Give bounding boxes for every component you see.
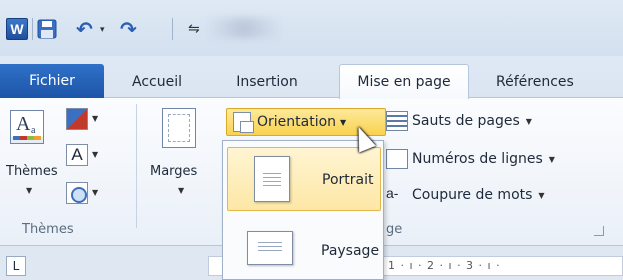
- qat-separator: [32, 18, 33, 40]
- theme-effects-icon[interactable]: [66, 182, 88, 204]
- hyphenation-label: Coupure de mots: [412, 187, 533, 203]
- tab-references[interactable]: Références: [496, 66, 623, 98]
- hyphenation-icon: a-: [386, 185, 399, 201]
- page-setup-group-label: ge: [386, 222, 403, 237]
- chevron-down-icon[interactable]: ▼: [92, 188, 98, 197]
- dialog-launcher-icon[interactable]: [594, 226, 604, 236]
- menu-item-paysage[interactable]: Paysage: [227, 217, 381, 280]
- hyphenation-button[interactable]: a- Coupure de mots ▼: [386, 182, 545, 208]
- undo-icon[interactable]: ↶: [76, 18, 98, 40]
- window-title: [205, 18, 283, 38]
- theme-fonts-icon[interactable]: A: [66, 144, 88, 166]
- tab-insertion[interactable]: Insertion: [222, 66, 312, 98]
- chevron-down-icon: ▼: [548, 154, 555, 164]
- chevron-down-icon: ▼: [525, 116, 532, 126]
- page-breaks-label: Sauts de pages: [412, 113, 520, 129]
- orientation-icon: [233, 112, 254, 133]
- themes-button[interactable]: A a Thèmes ▼: [6, 108, 58, 208]
- theme-colors-icon[interactable]: [66, 108, 88, 130]
- landscape-page-icon: [247, 231, 293, 265]
- line-numbers-icon: [386, 149, 408, 169]
- menu-item-label: Paysage: [321, 243, 380, 259]
- quick-access-toolbar: W ↶ ▾ ↷ ⇋: [0, 0, 623, 56]
- line-numbers-button[interactable]: Numéros de lignes ▼: [386, 146, 555, 172]
- line-numbers-label: Numéros de lignes: [412, 151, 543, 167]
- tab-mise-en-page[interactable]: Mise en page: [339, 64, 469, 99]
- chevron-down-icon: ▼: [340, 117, 347, 127]
- ruler-ticks: · 1 · ı · 2 · ı · 3 · ı ·: [379, 259, 501, 272]
- page-breaks-icon: [386, 111, 408, 131]
- undo-dropdown-icon[interactable]: ▾: [100, 18, 110, 40]
- page-breaks-button[interactable]: Sauts de pages ▼: [386, 108, 532, 134]
- themes-icon: A a: [10, 110, 44, 144]
- customize-qat-icon[interactable]: ⇋: [188, 18, 202, 40]
- menu-item-label: Portrait: [322, 172, 374, 188]
- margins-icon: [162, 108, 196, 148]
- chevron-down-icon: ▼: [538, 190, 545, 200]
- chevron-down-icon: ▼: [178, 186, 185, 195]
- redo-icon[interactable]: ↷: [120, 18, 142, 40]
- tab-fichier[interactable]: Fichier: [0, 64, 104, 98]
- portrait-page-icon: [254, 156, 290, 202]
- group-separator: [136, 104, 137, 228]
- themes-group-label: Thèmes: [22, 222, 74, 237]
- tab-accueil[interactable]: Accueil: [119, 66, 195, 98]
- word-app-icon[interactable]: W: [6, 18, 28, 40]
- margins-button[interactable]: Marges ▼: [150, 108, 220, 208]
- orientation-menu: Portrait Paysage: [222, 140, 384, 280]
- save-icon[interactable]: [36, 18, 58, 40]
- chevron-down-icon[interactable]: ▼: [92, 150, 98, 159]
- orientation-label: Orientation: [257, 114, 337, 130]
- tab-selector[interactable]: L: [6, 256, 26, 276]
- menu-item-portrait[interactable]: Portrait: [227, 147, 381, 211]
- qat-separator: [172, 18, 173, 40]
- margins-label: Marges: [150, 164, 198, 179]
- chevron-down-icon[interactable]: ▼: [92, 114, 98, 123]
- themes-label: Thèmes: [6, 164, 58, 179]
- ribbon-tabs: Fichier Accueil Insertion Mise en page R…: [0, 56, 623, 99]
- chevron-down-icon: ▼: [26, 186, 33, 195]
